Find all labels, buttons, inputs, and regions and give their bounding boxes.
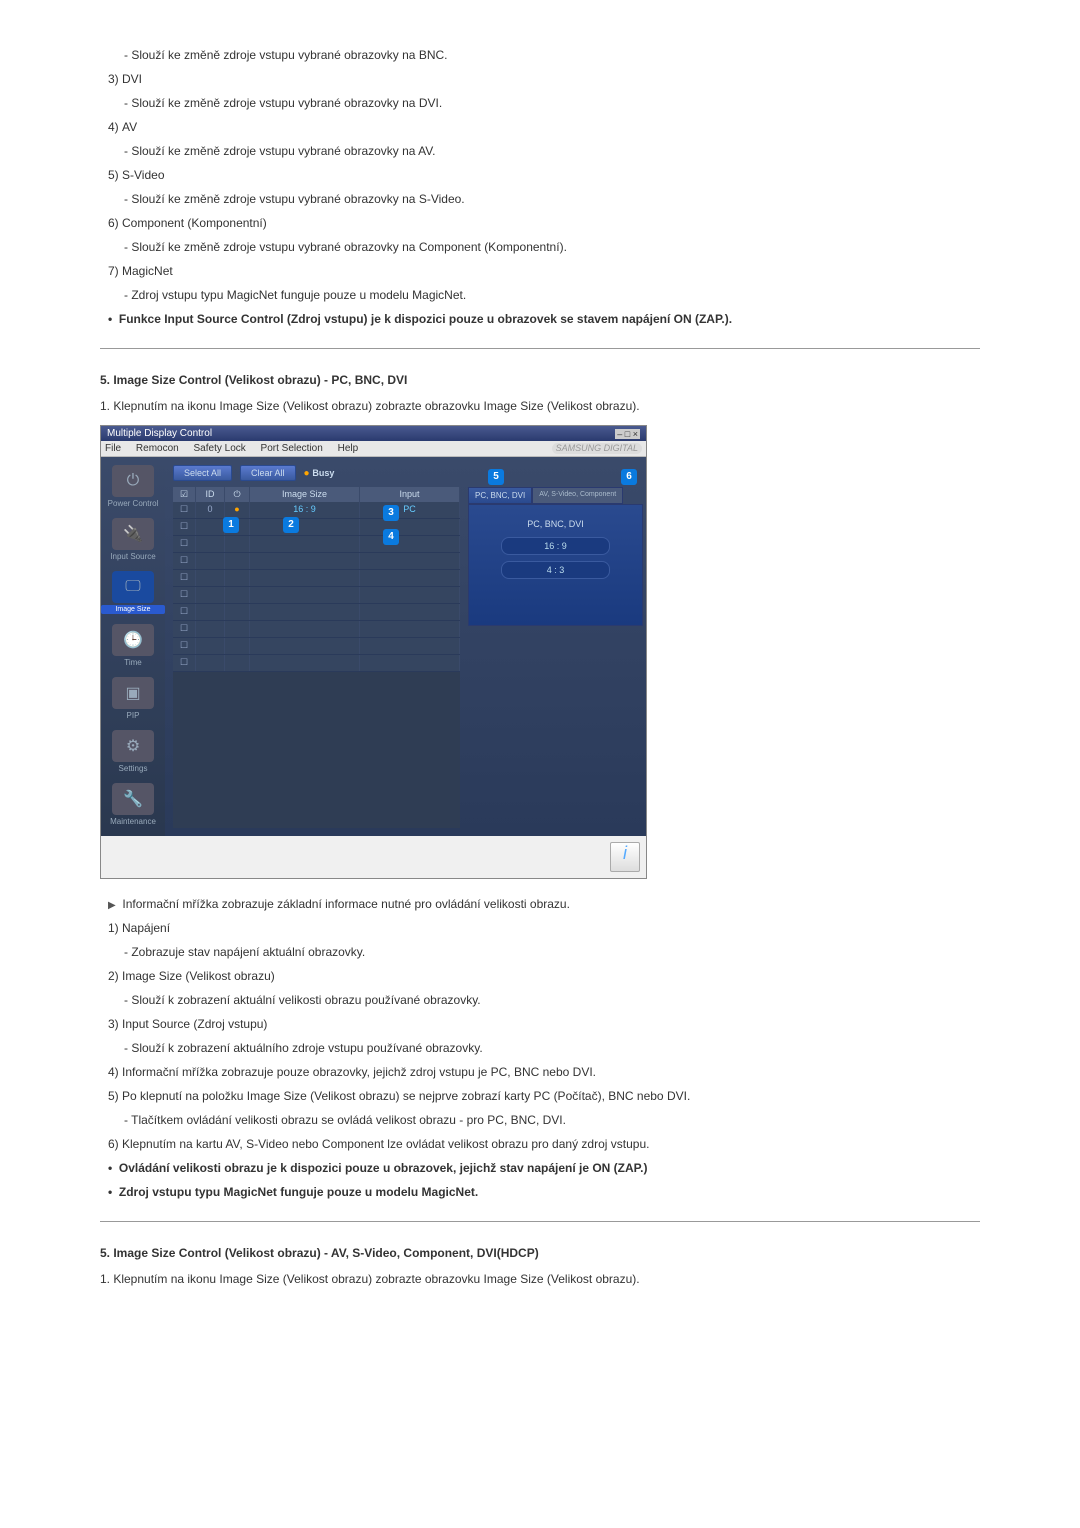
menu-port-selection[interactable]: Port Selection xyxy=(261,443,323,454)
time-icon: 🕒 xyxy=(112,624,154,656)
tab-av-svideo-component[interactable]: AV, S-Video, Component xyxy=(532,487,623,504)
input-icon: 🔌 xyxy=(112,518,154,550)
table-row[interactable]: ☐ xyxy=(173,655,460,672)
divider xyxy=(100,1221,980,1222)
info-line: ▶ Informační mřížka zobrazuje základní i… xyxy=(100,895,980,913)
callout-4: 4 xyxy=(383,529,399,545)
callout-6: 6 xyxy=(621,469,637,485)
sidebar-item-time[interactable]: 🕒Time xyxy=(101,624,165,667)
bottom-list: 1) Napájení - Zobrazuje stav napájení ak… xyxy=(100,919,980,1201)
section-5a-title: 5. Image Size Control (Velikost obrazu) … xyxy=(100,373,980,387)
brand-label: SAMSUNG DIGITAL xyxy=(552,443,642,454)
item-input-source: 3) Input Source (Zdroj vstupu) xyxy=(100,1015,980,1033)
section-5b-step: 1. Klepnutím na ikonu Image Size (Veliko… xyxy=(100,1270,980,1288)
info-grid: ☑ ID ⏻ Image Size Input ☐ 0 ● 16 : 9 PC … xyxy=(173,487,460,828)
item-napajeni: 1) Napájení xyxy=(100,919,980,937)
bullet-on-zap: • Ovládání velikosti obrazu je k dispozi… xyxy=(100,1159,980,1177)
callout-2: 2 xyxy=(283,517,299,533)
item-6: 6) Klepnutím na kartu AV, S-Video nebo C… xyxy=(100,1135,980,1153)
sidebar-item-pip[interactable]: ▣PIP xyxy=(101,677,165,720)
section-5a-step: 1. Klepnutím na ikonu Image Size (Veliko… xyxy=(100,397,980,415)
text: - Zdroj vstupu typu MagicNet funguje pou… xyxy=(100,286,980,304)
text: - Slouží k zobrazení aktuálního zdroje v… xyxy=(100,1039,980,1057)
settings-icon: ⚙ xyxy=(112,730,154,762)
item-av: 4) AV xyxy=(100,118,980,136)
sidebar: ⏻Power Control 🔌Input Source 🖵Image Size… xyxy=(101,457,165,836)
select-all-button[interactable]: Select All xyxy=(173,465,232,481)
image-size-icon: 🖵 xyxy=(112,571,154,603)
item-image-size: 2) Image Size (Velikost obrazu) xyxy=(100,967,980,985)
item-svideo: 5) S-Video xyxy=(100,166,980,184)
sidebar-item-power[interactable]: ⏻Power Control xyxy=(101,465,165,508)
callout-1: 1 xyxy=(223,517,239,533)
col-input: Input xyxy=(360,487,460,502)
top-list: - Slouží ke změně zdroje vstupu vybrané … xyxy=(100,46,980,328)
window-title: Multiple Display Control xyxy=(107,428,212,439)
control-panel: 5 6 PC, BNC, DVI AV, S-Video, Component … xyxy=(468,487,643,828)
titlebar: Multiple Display Control – □ × xyxy=(101,426,646,441)
control-title: PC, BNC, DVI xyxy=(477,519,634,529)
table-row[interactable]: ☐ xyxy=(173,638,460,655)
col-power: ⏻ xyxy=(225,487,250,502)
text: - Slouží k zobrazení aktuální velikosti … xyxy=(100,991,980,1009)
menu-file[interactable]: File xyxy=(105,443,121,454)
sidebar-item-maintenance[interactable]: 🔧Maintenance xyxy=(101,783,165,826)
table-row[interactable]: ☐ 0 ● 16 : 9 PC xyxy=(173,502,460,519)
text: - Slouží ke změně zdroje vstupu vybrané … xyxy=(100,190,980,208)
table-row[interactable]: ☐ xyxy=(173,536,460,553)
window-controls[interactable]: – □ × xyxy=(615,429,640,439)
sidebar-item-image-size[interactable]: 🖵Image Size xyxy=(101,571,165,614)
sidebar-item-input[interactable]: 🔌Input Source xyxy=(101,518,165,561)
busy-indicator: ● Busy xyxy=(304,468,335,479)
item-5: 5) Po klepnutí na položku Image Size (Ve… xyxy=(100,1087,980,1105)
callout-5: 5 xyxy=(488,469,504,485)
table-row[interactable]: ☐ xyxy=(173,519,460,536)
item-4: 4) Informační mřížka zobrazuje pouze obr… xyxy=(100,1063,980,1081)
col-id: ID xyxy=(196,487,225,502)
menu-safety-lock[interactable]: Safety Lock xyxy=(194,443,246,454)
text: - Zobrazuje stav napájení aktuální obraz… xyxy=(100,943,980,961)
section-5b-title: 5. Image Size Control (Velikost obrazu) … xyxy=(100,1246,980,1260)
menu-remocon[interactable]: Remocon xyxy=(136,443,179,454)
text: - Slouží ke změně zdroje vstupu vybrané … xyxy=(100,142,980,160)
menubar: File Remocon Safety Lock Port Selection … xyxy=(101,441,646,457)
item-component: 6) Component (Komponentní) xyxy=(100,214,980,232)
maintenance-icon: 🔧 xyxy=(112,783,154,815)
power-icon: ⏻ xyxy=(112,465,154,497)
bullet-magicnet: • Zdroj vstupu typu MagicNet funguje pou… xyxy=(100,1183,980,1201)
app-window: Multiple Display Control – □ × File Remo… xyxy=(100,425,647,879)
bullet-note: • Funkce Input Source Control (Zdroj vst… xyxy=(100,310,980,328)
table-row[interactable]: ☐ xyxy=(173,553,460,570)
col-image-size: Image Size xyxy=(250,487,360,502)
text: - Tlačítkem ovládání velikosti obrazu se… xyxy=(100,1111,980,1129)
item-dvi: 3) DVI xyxy=(100,70,980,88)
tab-pc-bnc-dvi[interactable]: PC, BNC, DVI xyxy=(468,487,532,504)
grid-header: ☑ ID ⏻ Image Size Input xyxy=(173,487,460,502)
sidebar-item-settings[interactable]: ⚙Settings xyxy=(101,730,165,773)
table-row[interactable]: ☐ xyxy=(173,604,460,621)
footer-bar: i xyxy=(101,836,646,878)
table-row[interactable]: ☐ xyxy=(173,570,460,587)
callout-3: 3 xyxy=(383,505,399,521)
ratio-4-3-button[interactable]: 4 : 3 xyxy=(501,561,610,579)
text: - Slouží ke změně zdroje vstupu vybrané … xyxy=(100,94,980,112)
triangle-icon: ▶ xyxy=(108,900,116,911)
pip-icon: ▣ xyxy=(112,677,154,709)
item-magicnet: 7) MagicNet xyxy=(100,262,980,280)
divider xyxy=(100,348,980,349)
menu-help[interactable]: Help xyxy=(338,443,359,454)
table-row[interactable]: ☐ xyxy=(173,621,460,638)
text: - Slouží ke změně zdroje vstupu vybrané … xyxy=(100,238,980,256)
text: - Slouží ke změně zdroje vstupu vybrané … xyxy=(100,46,980,64)
ratio-16-9-button[interactable]: 16 : 9 xyxy=(501,537,610,555)
col-check[interactable]: ☑ xyxy=(173,487,196,502)
info-button[interactable]: i xyxy=(610,842,640,872)
table-row[interactable]: ☐ xyxy=(173,587,460,604)
clear-all-button[interactable]: Clear All xyxy=(240,465,296,481)
